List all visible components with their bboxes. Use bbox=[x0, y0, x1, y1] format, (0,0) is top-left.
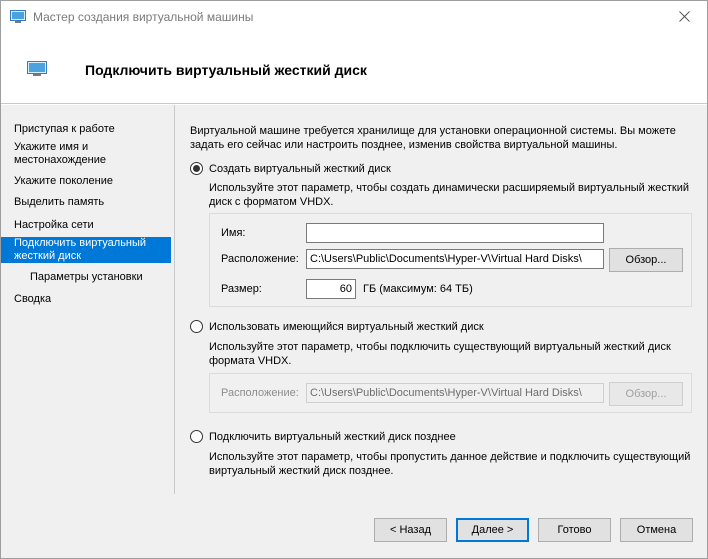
radio-attach-later[interactable] bbox=[190, 430, 203, 443]
option-existing-vhd[interactable]: Использовать имеющийся виртуальный жестк… bbox=[190, 320, 484, 333]
option-create-label: Создать виртуальный жесткий диск bbox=[209, 162, 391, 175]
nav-item-install-options[interactable]: Параметры установки bbox=[1, 271, 171, 284]
page-header: Подключить виртуальный жесткий диск bbox=[1, 32, 707, 104]
location-input[interactable]: C:\Users\Public\Documents\Hyper-V\Virtua… bbox=[306, 249, 604, 269]
title-bar: Мастер создания виртуальной машины bbox=[1, 1, 707, 32]
nav-item-network[interactable]: Настройка сети bbox=[1, 219, 171, 232]
existing-location-input[interactable]: C:\Users\Public\Documents\Hyper-V\Virtua… bbox=[306, 383, 604, 403]
close-button[interactable] bbox=[661, 1, 707, 32]
close-icon bbox=[678, 11, 690, 22]
location-label: Расположение: bbox=[221, 253, 299, 265]
create-vhd-group: Имя: Расположение: C:\Users\Public\Docum… bbox=[209, 213, 692, 307]
page-title: Подключить виртуальный жесткий диск bbox=[85, 62, 367, 78]
wizard-steps-nav: Приступая к работе Укажите имя и местона… bbox=[1, 105, 175, 494]
existing-vhd-group: Расположение: C:\Users\Public\Documents\… bbox=[209, 373, 692, 413]
footer-bar: < Назад Далее > Готово Отмена bbox=[1, 505, 707, 558]
page-description: Виртуальной машине требуется хранилище д… bbox=[190, 125, 676, 151]
option-attach-later[interactable]: Подключить виртуальный жесткий диск позд… bbox=[190, 430, 456, 443]
size-input[interactable]: 60 bbox=[306, 279, 356, 299]
nav-item-connect-vhd[interactable]: Подключить виртуальный жесткий диск bbox=[1, 237, 171, 263]
next-button[interactable]: Далее > bbox=[456, 518, 529, 542]
window-title: Мастер создания виртуальной машины bbox=[33, 10, 254, 24]
wizard-window: Мастер создания виртуальной машины Подкл… bbox=[0, 0, 708, 559]
name-label: Имя: bbox=[221, 227, 246, 239]
nav-item-summary[interactable]: Сводка bbox=[1, 293, 171, 306]
content-area: Приступая к работе Укажите имя и местона… bbox=[1, 105, 707, 505]
nav-item-getting-started[interactable]: Приступая к работе bbox=[1, 123, 171, 136]
nav-item-generation[interactable]: Укажите поколение bbox=[1, 175, 171, 188]
option-later-description: Используйте этот параметр, чтобы пропуст… bbox=[209, 451, 691, 477]
size-unit: ГБ (максимум: 64 ТБ) bbox=[363, 283, 473, 295]
back-button[interactable]: < Назад bbox=[374, 518, 447, 542]
monitor-icon bbox=[10, 10, 26, 23]
size-label: Размер: bbox=[221, 283, 262, 295]
existing-location-label: Расположение: bbox=[221, 387, 299, 399]
option-create-description: Используйте этот параметр, чтобы создать… bbox=[209, 182, 689, 208]
nav-item-memory[interactable]: Выделить память bbox=[1, 196, 171, 209]
main-panel: Виртуальной машине требуется хранилище д… bbox=[190, 105, 700, 505]
cancel-button[interactable]: Отмена bbox=[620, 518, 693, 542]
radio-create-vhd[interactable] bbox=[190, 162, 203, 175]
option-existing-label: Использовать имеющийся виртуальный жестк… bbox=[209, 320, 484, 333]
browse-button[interactable]: Обзор... bbox=[609, 248, 683, 272]
option-existing-description: Используйте этот параметр, чтобы подключ… bbox=[209, 341, 671, 367]
existing-browse-button[interactable]: Обзор... bbox=[609, 382, 683, 406]
option-later-label: Подключить виртуальный жесткий диск позд… bbox=[209, 430, 456, 443]
monitor-icon bbox=[27, 61, 47, 76]
nav-item-name-location[interactable]: Укажите имя и местонахождение bbox=[1, 141, 171, 167]
name-input[interactable] bbox=[306, 223, 604, 243]
option-create-vhd[interactable]: Создать виртуальный жесткий диск bbox=[190, 162, 391, 175]
finish-button[interactable]: Готово bbox=[538, 518, 611, 542]
radio-existing-vhd[interactable] bbox=[190, 320, 203, 333]
